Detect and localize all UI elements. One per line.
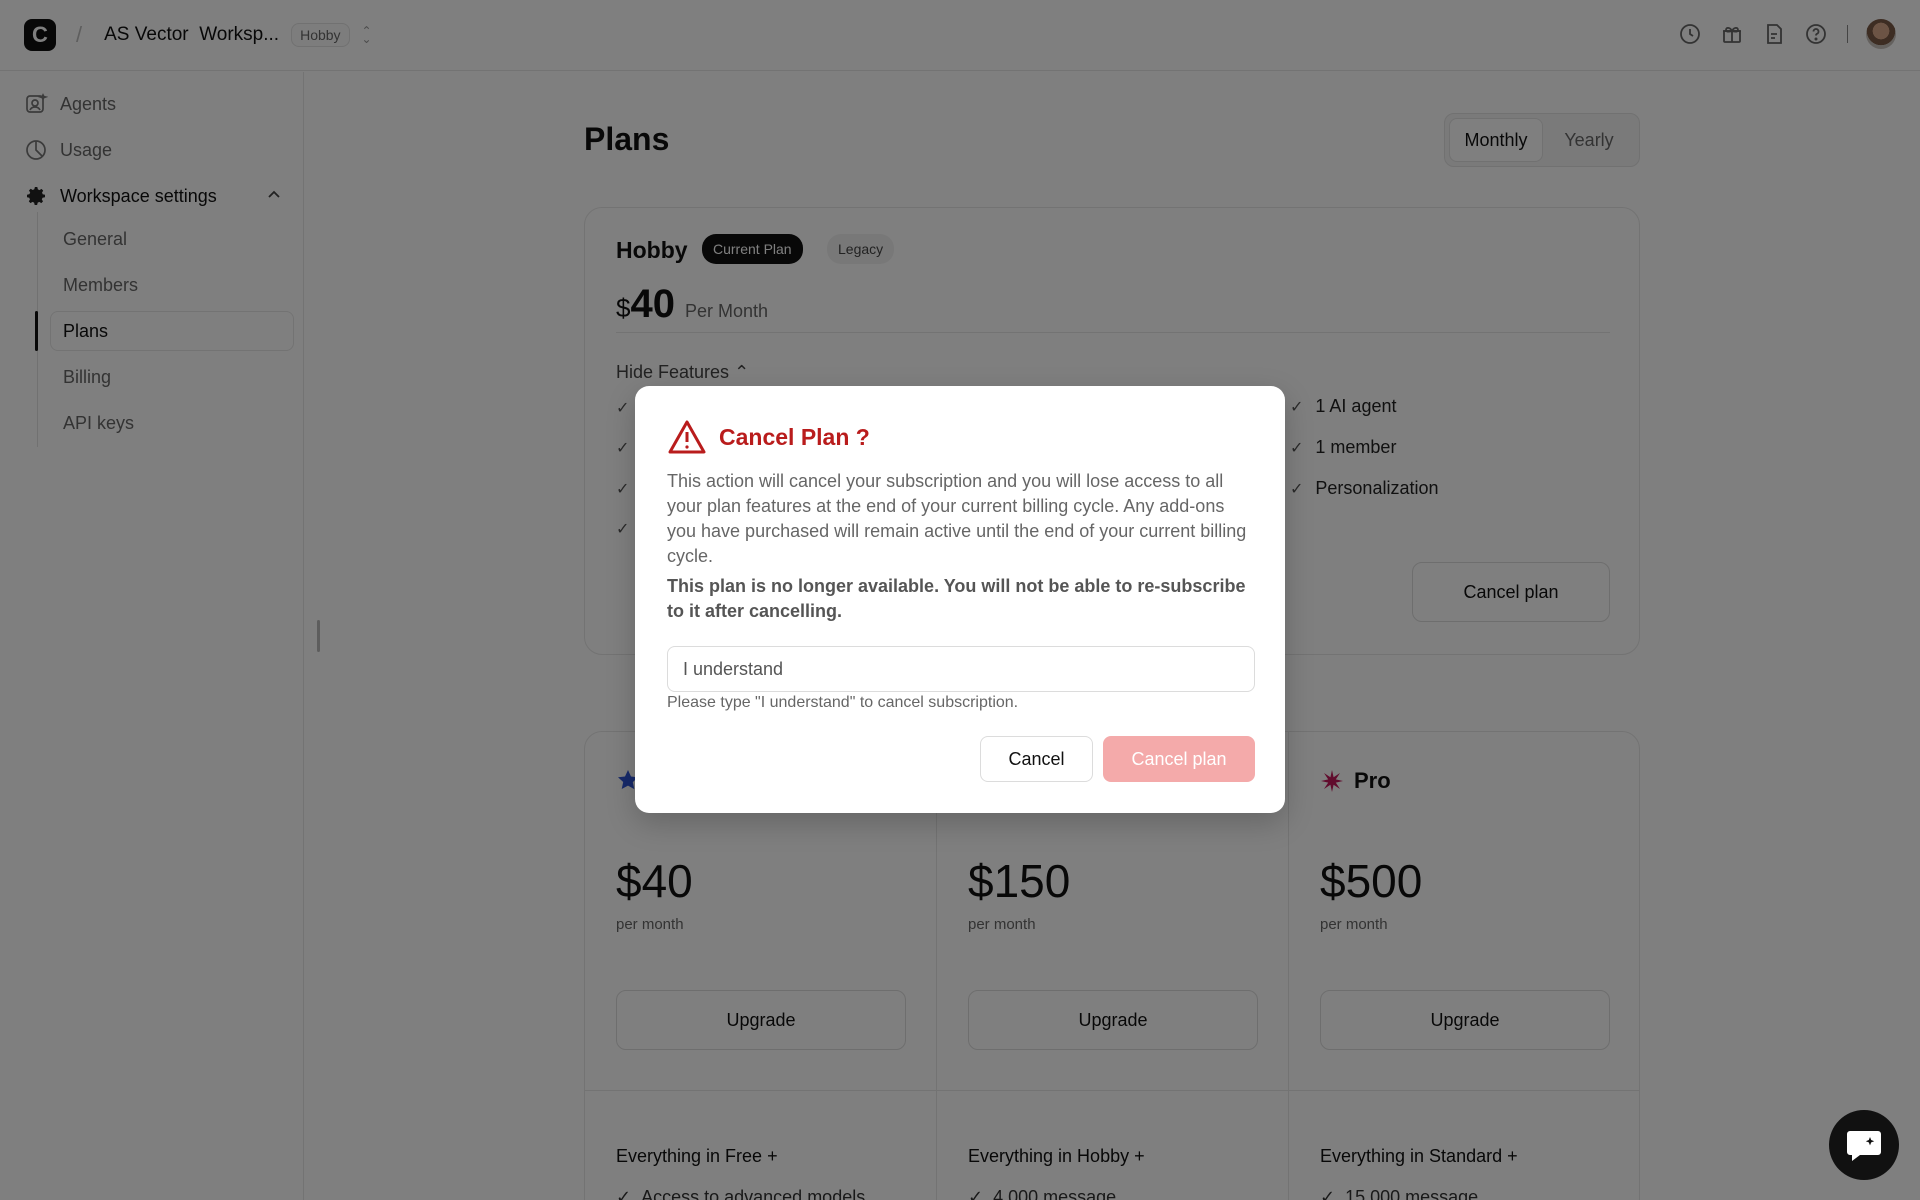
warning-icon: [668, 420, 706, 454]
dialog-description: This action will cancel your subscriptio…: [667, 471, 1247, 566]
dialog-title-text: Cancel Plan ?: [719, 423, 870, 450]
dialog-title: Cancel Plan ?: [667, 419, 870, 455]
cancel-plan-dialog: Cancel Plan ? This action will cancel yo…: [635, 386, 1285, 813]
dialog-cancel-button[interactable]: Cancel: [980, 736, 1093, 782]
chat-icon: [1847, 1131, 1881, 1161]
confirm-cancel-plan-button[interactable]: Cancel plan: [1103, 736, 1255, 782]
chat-support-button[interactable]: [1829, 1110, 1899, 1180]
confirmation-input[interactable]: [667, 646, 1255, 692]
confirmation-hint: Please type "I understand" to cancel sub…: [667, 694, 1019, 711]
dialog-warning: This plan is no longer available. You wi…: [667, 576, 1246, 621]
